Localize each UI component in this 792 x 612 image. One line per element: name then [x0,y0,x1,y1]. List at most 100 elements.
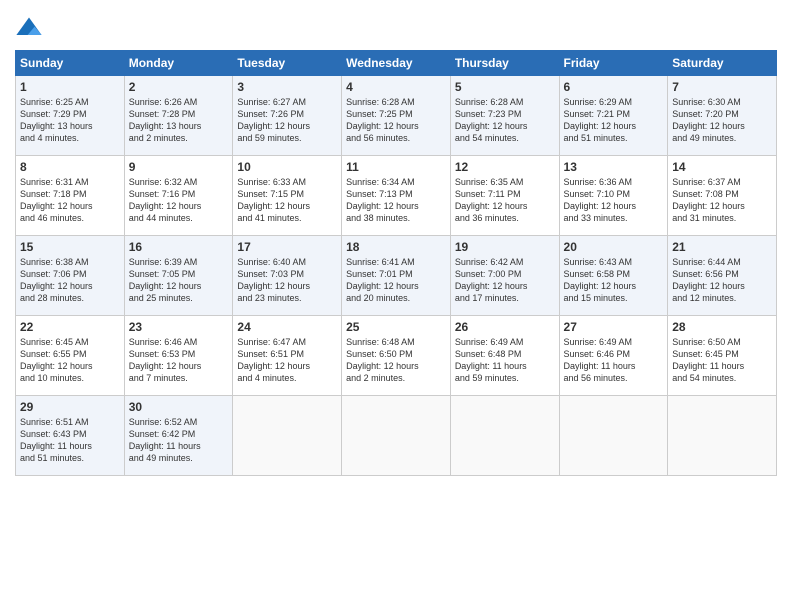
table-row: 27 Sunrise: 6:49 AMSunset: 6:46 PMDayligh… [559,316,668,396]
table-row: 20 Sunrise: 6:43 AMSunset: 6:58 PMDayligh… [559,236,668,316]
table-row: 15 Sunrise: 6:38 AMSunset: 7:06 PMDayligh… [16,236,125,316]
table-row: 26 Sunrise: 6:49 AMSunset: 6:48 PMDayligh… [450,316,559,396]
day-info: Sunrise: 6:42 AMSunset: 7:00 PMDaylight:… [455,256,555,305]
day-info: Sunrise: 6:50 AMSunset: 6:45 PMDaylight:… [672,336,772,385]
col-header-thursday: Thursday [450,51,559,76]
day-number: 24 [237,320,337,334]
day-info: Sunrise: 6:34 AMSunset: 7:13 PMDaylight:… [346,176,446,225]
day-number: 20 [564,240,664,254]
day-number: 19 [455,240,555,254]
table-row: 28 Sunrise: 6:50 AMSunset: 6:45 PMDayligh… [668,316,777,396]
table-row: 11 Sunrise: 6:34 AMSunset: 7:13 PMDayligh… [342,156,451,236]
day-info: Sunrise: 6:25 AMSunset: 7:29 PMDaylight:… [20,96,120,145]
day-info: Sunrise: 6:52 AMSunset: 6:42 PMDaylight:… [129,416,229,465]
header [15,10,777,42]
table-row: 30 Sunrise: 6:52 AMSunset: 6:42 PMDayligh… [124,396,233,476]
table-row: 24 Sunrise: 6:47 AMSunset: 6:51 PMDayligh… [233,316,342,396]
table-row: 4 Sunrise: 6:28 AMSunset: 7:25 PMDaylight… [342,76,451,156]
day-info: Sunrise: 6:51 AMSunset: 6:43 PMDaylight:… [20,416,120,465]
day-number: 21 [672,240,772,254]
logo [15,14,45,42]
day-number: 17 [237,240,337,254]
day-info: Sunrise: 6:30 AMSunset: 7:20 PMDaylight:… [672,96,772,145]
calendar-table: SundayMondayTuesdayWednesdayThursdayFrid… [15,50,777,476]
col-header-wednesday: Wednesday [342,51,451,76]
col-header-saturday: Saturday [668,51,777,76]
day-info: Sunrise: 6:28 AMSunset: 7:25 PMDaylight:… [346,96,446,145]
day-number: 26 [455,320,555,334]
day-info: Sunrise: 6:38 AMSunset: 7:06 PMDaylight:… [20,256,120,305]
table-row: 19 Sunrise: 6:42 AMSunset: 7:00 PMDayligh… [450,236,559,316]
table-row [559,396,668,476]
table-row: 9 Sunrise: 6:32 AMSunset: 7:16 PMDaylight… [124,156,233,236]
day-number: 30 [129,400,229,414]
table-row [233,396,342,476]
day-number: 25 [346,320,446,334]
day-info: Sunrise: 6:26 AMSunset: 7:28 PMDaylight:… [129,96,229,145]
day-info: Sunrise: 6:32 AMSunset: 7:16 PMDaylight:… [129,176,229,225]
table-row: 3 Sunrise: 6:27 AMSunset: 7:26 PMDaylight… [233,76,342,156]
day-info: Sunrise: 6:28 AMSunset: 7:23 PMDaylight:… [455,96,555,145]
day-number: 5 [455,80,555,94]
col-header-sunday: Sunday [16,51,125,76]
table-row: 12Sunrise: 6:35 AMSunset: 7:11 PMDayligh… [450,156,559,236]
day-info: Sunrise: 6:48 AMSunset: 6:50 PMDaylight:… [346,336,446,385]
day-info: Sunrise: 6:46 AMSunset: 6:53 PMDaylight:… [129,336,229,385]
table-row: 21 Sunrise: 6:44 AMSunset: 6:56 PMDayligh… [668,236,777,316]
table-row [450,396,559,476]
day-info: Sunrise: 6:41 AMSunset: 7:01 PMDaylight:… [346,256,446,305]
table-row: 29 Sunrise: 6:51 AMSunset: 6:43 PMDayligh… [16,396,125,476]
day-number: 27 [564,320,664,334]
table-row: 1 Sunrise: 6:25 AMSunset: 7:29 PMDaylight… [16,76,125,156]
day-number: 4 [346,80,446,94]
day-info: Sunrise: 6:49 AMSunset: 6:46 PMDaylight:… [564,336,664,385]
day-info: Sunrise: 6:37 AMSunset: 7:08 PMDaylight:… [672,176,772,225]
day-info: Sunrise: 6:45 AMSunset: 6:55 PMDaylight:… [20,336,120,385]
day-number: 8 [20,160,120,174]
col-header-friday: Friday [559,51,668,76]
day-info: Sunrise: 6:47 AMSunset: 6:51 PMDaylight:… [237,336,337,385]
table-row: 23 Sunrise: 6:46 AMSunset: 6:53 PMDayligh… [124,316,233,396]
table-row: 14 Sunrise: 6:37 AMSunset: 7:08 PMDayligh… [668,156,777,236]
table-row [342,396,451,476]
day-number: 7 [672,80,772,94]
table-row: 8 Sunrise: 6:31 AMSunset: 7:18 PMDaylight… [16,156,125,236]
day-info: Sunrise: 6:39 AMSunset: 7:05 PMDaylight:… [129,256,229,305]
table-row: 17 Sunrise: 6:40 AMSunset: 7:03 PMDayligh… [233,236,342,316]
day-number: 11 [346,160,446,174]
day-number: 14 [672,160,772,174]
col-header-monday: Monday [124,51,233,76]
page-container: SundayMondayTuesdayWednesdayThursdayFrid… [0,0,792,486]
day-number: 23 [129,320,229,334]
day-info: Sunrise: 6:40 AMSunset: 7:03 PMDaylight:… [237,256,337,305]
table-row [668,396,777,476]
day-info: Sunrise: 6:27 AMSunset: 7:26 PMDaylight:… [237,96,337,145]
table-row: 25 Sunrise: 6:48 AMSunset: 6:50 PMDayligh… [342,316,451,396]
table-row: 2 Sunrise: 6:26 AMSunset: 7:28 PMDaylight… [124,76,233,156]
day-number: 2 [129,80,229,94]
table-row: 10 Sunrise: 6:33 AMSunset: 7:15 PMDayligh… [233,156,342,236]
day-number: 9 [129,160,229,174]
day-info: Sunrise: 6:31 AMSunset: 7:18 PMDaylight:… [20,176,120,225]
day-number: 6 [564,80,664,94]
day-number: 12 [455,160,555,174]
table-row: 5 Sunrise: 6:28 AMSunset: 7:23 PMDaylight… [450,76,559,156]
table-row: 22Sunrise: 6:45 AMSunset: 6:55 PMDayligh… [16,316,125,396]
day-number: 18 [346,240,446,254]
day-info: Sunrise: 6:43 AMSunset: 6:58 PMDaylight:… [564,256,664,305]
table-row: 18 Sunrise: 6:41 AMSunset: 7:01 PMDayligh… [342,236,451,316]
day-info: Sunrise: 6:49 AMSunset: 6:48 PMDaylight:… [455,336,555,385]
col-header-tuesday: Tuesday [233,51,342,76]
day-number: 10 [237,160,337,174]
day-number: 1 [20,80,120,94]
day-info: Sunrise: 6:29 AMSunset: 7:21 PMDaylight:… [564,96,664,145]
day-number: 15 [20,240,120,254]
table-row: 7 Sunrise: 6:30 AMSunset: 7:20 PMDaylight… [668,76,777,156]
day-number: 28 [672,320,772,334]
day-info: Sunrise: 6:33 AMSunset: 7:15 PMDaylight:… [237,176,337,225]
day-number: 3 [237,80,337,94]
day-info: Sunrise: 6:44 AMSunset: 6:56 PMDaylight:… [672,256,772,305]
day-info: Sunrise: 6:36 AMSunset: 7:10 PMDaylight:… [564,176,664,225]
day-number: 29 [20,400,120,414]
day-number: 13 [564,160,664,174]
